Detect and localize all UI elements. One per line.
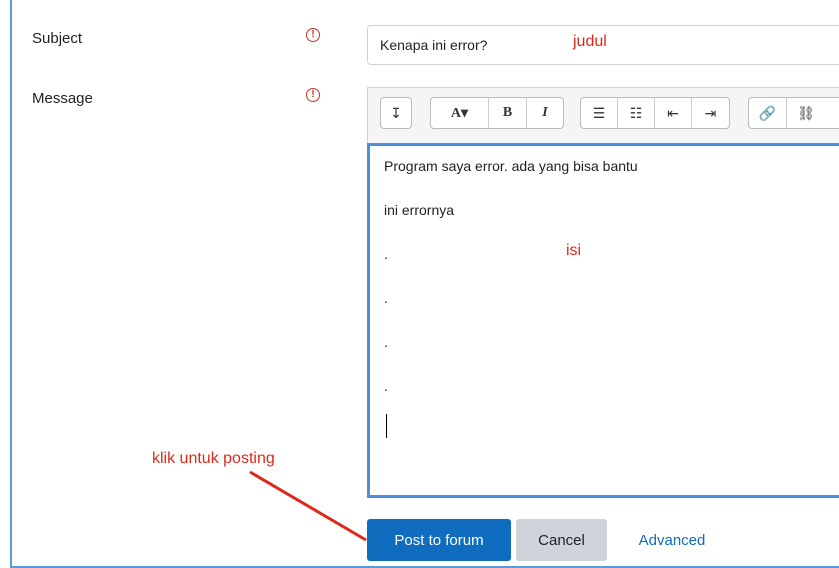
- advanced-link[interactable]: Advanced: [622, 519, 722, 561]
- cancel-button[interactable]: Cancel: [516, 519, 607, 561]
- annotation-arrow: [249, 470, 367, 542]
- post-to-forum-button[interactable]: Post to forum: [367, 519, 511, 561]
- arrow-line: [249, 470, 367, 542]
